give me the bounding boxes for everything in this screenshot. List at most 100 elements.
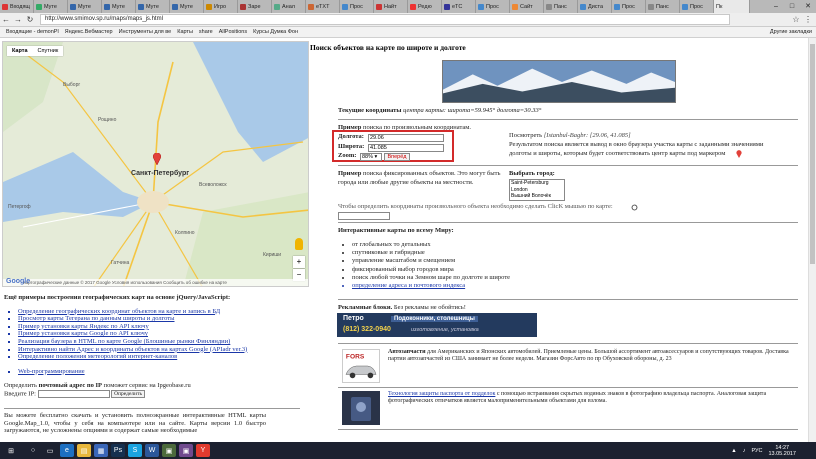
bookmark-item[interactable]: Карты <box>177 29 193 35</box>
example-link[interactable]: Интерактивно найти Адрес и координаты об… <box>18 346 304 354</box>
ip-lookup-button[interactable]: Определить <box>111 389 146 398</box>
windows-start-icon[interactable]: ⊞ <box>4 444 18 457</box>
lat-label: Широта: <box>338 143 365 150</box>
bookmark-item[interactable]: share <box>199 29 213 35</box>
skype-icon[interactable]: S <box>128 444 142 457</box>
tab-label: Входящ <box>10 3 30 10</box>
tab-label: Панс <box>554 3 567 10</box>
minimize-icon[interactable]: – <box>768 0 784 13</box>
app-icon[interactable]: ▣ <box>162 444 176 457</box>
word-icon[interactable]: W <box>145 444 159 457</box>
map-place-label: Всеволожск <box>199 182 227 188</box>
browser-tab[interactable]: Прос <box>680 0 714 13</box>
bookmarks-other[interactable]: Другие закладки <box>770 29 812 35</box>
longitude-input[interactable]: 29.06 <box>368 134 444 142</box>
back-icon[interactable]: ← <box>0 15 12 24</box>
ad-title: Подоконники, столешницы <box>391 316 478 322</box>
passport-ad-image[interactable] <box>342 391 380 425</box>
example-link[interactable]: Просмотр карты Тегерана по данным широты… <box>18 315 304 323</box>
browser-tab[interactable]: Заре <box>238 0 272 13</box>
bookmark-star-icon[interactable]: ☆ <box>790 15 802 24</box>
car-ad-image[interactable]: FORS <box>342 349 380 383</box>
ip-input[interactable] <box>37 389 110 398</box>
google-map[interactable]: Карта Спутник Санкт-Петербург Выборг Пет… <box>2 41 309 287</box>
bookmark-item[interactable]: Яндекс.Вебмастер <box>65 29 113 35</box>
browser-tab[interactable]: Редю <box>408 0 442 13</box>
browser-tab[interactable]: Муте <box>34 0 68 13</box>
zoom-in-button[interactable]: + <box>293 256 305 268</box>
menu-icon[interactable]: ⋮ <box>802 15 814 24</box>
url-input[interactable]: http://www.smimov.sp.ru/maps/maps_js.htm… <box>40 14 730 25</box>
map-marker-icon[interactable] <box>153 153 161 165</box>
bookmark-item[interactable]: AllPositions <box>219 29 247 35</box>
zoom-select[interactable]: 88% ▾ <box>360 153 382 161</box>
goto-button[interactable]: Вперёд <box>384 153 410 161</box>
browser-tab[interactable]: Диста <box>578 0 612 13</box>
tab-favicon-icon <box>70 3 76 10</box>
page-scrollbar[interactable] <box>808 38 816 442</box>
browser-tab[interactable]: Муте <box>170 0 204 13</box>
click-coords-output[interactable] <box>338 212 390 220</box>
example-link[interactable]: Определение географических координат объ… <box>18 308 304 316</box>
volume-icon[interactable]: ♪ <box>743 448 746 454</box>
store-icon[interactable]: ▦ <box>94 444 108 457</box>
city-option[interactable]: Вышний Волочёк <box>511 193 564 200</box>
tab-map[interactable]: Карта <box>7 46 33 56</box>
maximize-icon[interactable]: □ <box>784 0 800 13</box>
tab-satellite[interactable]: Спутник <box>33 46 64 56</box>
browser-tab[interactable]: Панс <box>646 0 680 13</box>
browser-tab[interactable]: eTC <box>442 0 476 13</box>
bookmark-item[interactable]: Курсы Думка Фон <box>253 29 298 35</box>
tab-label: Заре <box>248 3 261 10</box>
browser-tab-active[interactable]: Пк <box>714 0 750 13</box>
street-view-pegman-icon[interactable] <box>295 238 303 250</box>
forward-icon[interactable]: → <box>12 15 24 24</box>
browser-tab[interactable]: Панс <box>544 0 578 13</box>
example-link[interactable]: Реализация баузера в HTML по карте Googl… <box>18 338 304 346</box>
tab-label: Найт <box>384 3 397 10</box>
web-programming-link[interactable]: Web-программирование <box>18 368 304 376</box>
browser-tab[interactable]: Входящ <box>0 0 34 13</box>
tab-favicon-icon <box>444 3 450 10</box>
photoshop-icon[interactable]: Ps <box>111 444 125 457</box>
browser-tab[interactable]: Анал <box>272 0 306 13</box>
browser-tab[interactable]: Прос <box>476 0 510 13</box>
bookmark-item[interactable]: Инструменты для ве <box>119 29 172 35</box>
browser-tab[interactable]: Прос <box>340 0 374 13</box>
close-icon[interactable]: ✕ <box>800 0 816 13</box>
browser-tab[interactable]: eTXT <box>306 0 340 13</box>
search-icon[interactable]: ○ <box>26 444 40 457</box>
see-link[interactable]: [Istanbul-Bagbr: [29.06, 41.085] <box>544 132 631 139</box>
browser-tab[interactable]: Муте <box>68 0 102 13</box>
network-icon[interactable]: ▲ <box>731 448 736 454</box>
browser-tab[interactable]: Найт <box>374 0 408 13</box>
browser-tab[interactable]: Муте <box>102 0 136 13</box>
browser-tab[interactable]: Муте <box>136 0 170 13</box>
address-link[interactable]: определение адреса и почтового индекса <box>352 282 510 290</box>
task-view-icon[interactable]: ▭ <box>43 444 57 457</box>
example-link[interactable]: Пример установки карты Google по API клю… <box>18 330 304 338</box>
example-link[interactable]: Пример установки карты Яндекс по API клю… <box>18 323 304 331</box>
app-icon[interactable]: ▣ <box>179 444 193 457</box>
yandex-browser-icon[interactable]: Y <box>196 444 210 457</box>
browser-tab[interactable]: Игро <box>204 0 238 13</box>
windows-taskbar: ⊞ ○ ▭ e ▤ ▦ Ps S W ▣ ▣ Y ▲ ♪ РУС 14:27 1… <box>0 442 816 459</box>
map-place-label: Кириши <box>263 252 282 258</box>
example-link[interactable]: Определение положения метеорологий интер… <box>18 353 304 361</box>
browser-tab[interactable]: Сайт <box>510 0 544 13</box>
scrollbar-thumb[interactable] <box>810 44 815 264</box>
latitude-input[interactable]: 41.085 <box>368 144 444 152</box>
bookmark-item[interactable]: Входящие - demonPl <box>6 29 59 35</box>
explorer-icon[interactable]: ▤ <box>77 444 91 457</box>
ad-banner-windowsills[interactable]: Петро Подоконники, столешницы (812) 322-… <box>337 313 537 337</box>
tab-label: Игро <box>214 3 227 10</box>
input-language[interactable]: РУС <box>751 448 762 454</box>
browser-tab[interactable]: Прос <box>612 0 646 13</box>
tab-favicon-icon <box>376 3 382 10</box>
passport-ad-link[interactable]: Технология защиты паспорта от подделок <box>388 391 495 397</box>
passport-ad-text: Технология защиты паспорта от подделок с… <box>388 391 767 405</box>
city-listbox[interactable]: Saint-Petersburg London Вышний Волочёк <box>509 179 565 201</box>
clock[interactable]: 14:27 13.05.2017 <box>768 445 796 457</box>
edge-icon[interactable]: e <box>60 444 74 457</box>
reload-icon[interactable]: ↻ <box>24 15 36 24</box>
